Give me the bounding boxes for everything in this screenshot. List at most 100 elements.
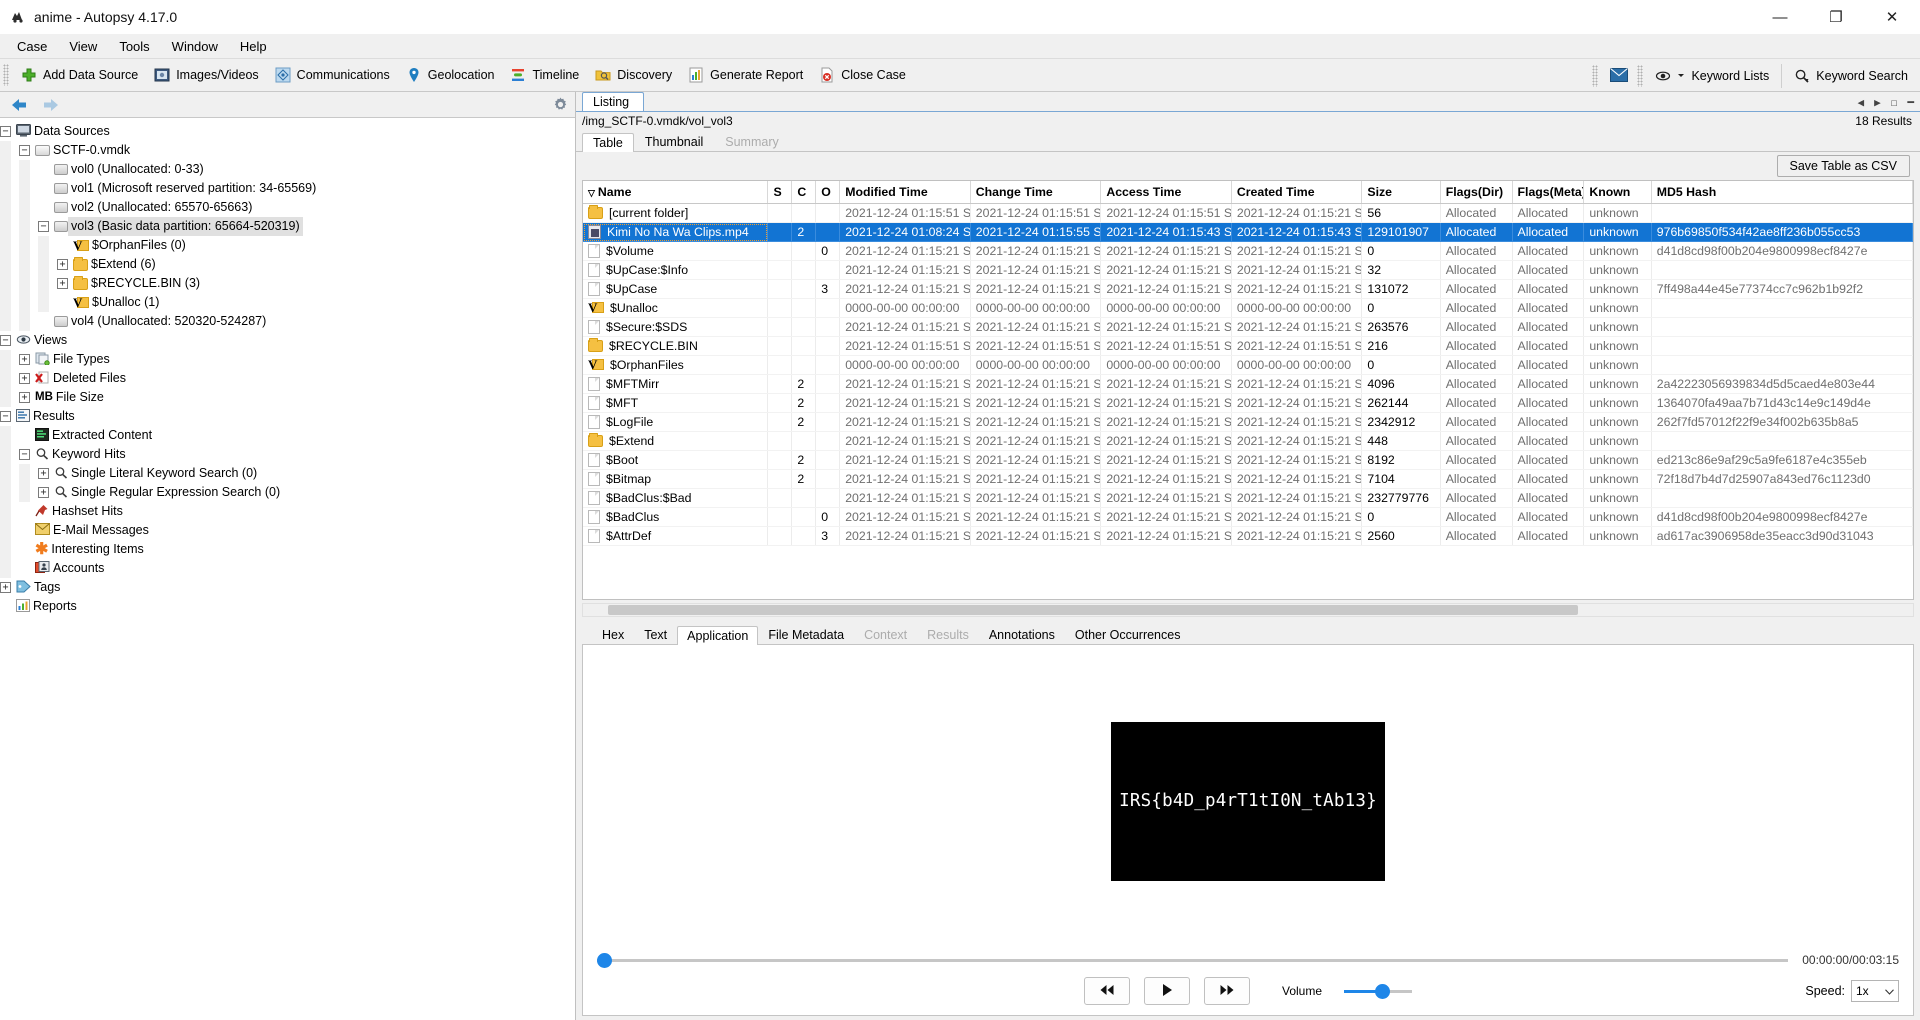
email-button[interactable] <box>1602 61 1634 91</box>
viewer-tab-other-occurrences[interactable]: Other Occurrences <box>1065 625 1191 644</box>
column-header-flags-meta-[interactable]: Flags(Meta) <box>1512 181 1585 204</box>
toolbar-grip-2[interactable] <box>1592 65 1599 87</box>
scroll-left-icon[interactable]: ◀ <box>1858 96 1865 109</box>
table-row[interactable]: $RECYCLE.BIN2021-12-24 01:15:51 SGT2021-… <box>583 336 1913 356</box>
column-header-modified-time[interactable]: Modified Time <box>839 181 971 204</box>
tree-unalloc[interactable]: V $Unalloc (1) <box>0 293 575 312</box>
images-videos-button[interactable]: Images/Videos <box>146 60 266 90</box>
column-header-name[interactable]: ▽ Name <box>583 181 769 204</box>
volume-slider[interactable] <box>1344 983 1413 999</box>
tree-collapse-toggle[interactable]: − <box>19 449 30 460</box>
column-header-access-time[interactable]: Access Time <box>1100 181 1232 204</box>
viewer-tab-hex[interactable]: Hex <box>592 625 634 644</box>
menu-tools[interactable]: Tools <box>108 36 160 57</box>
gear-icon[interactable] <box>552 96 569 116</box>
tree-vol4[interactable]: vol4 (Unallocated: 520320-524287) <box>0 312 575 331</box>
table-row[interactable]: $UpCase:$Info2021-12-24 01:15:21 SGT2021… <box>583 260 1913 280</box>
discovery-button[interactable]: Discovery <box>587 60 680 90</box>
back-arrow-icon[interactable] <box>6 94 32 116</box>
table-row[interactable]: $LogFile22021-12-24 01:15:21 SGT2021-12-… <box>583 412 1913 432</box>
column-header-size[interactable]: Size <box>1361 181 1441 204</box>
tab-thumbnail[interactable]: Thumbnail <box>634 132 714 151</box>
tree-recycle-bin[interactable]: + $RECYCLE.BIN (3) <box>0 274 575 293</box>
table-row[interactable]: $Bitmap22021-12-24 01:15:21 SGT2021-12-2… <box>583 469 1913 489</box>
tree-collapse-toggle[interactable]: − <box>0 126 11 137</box>
table-row[interactable]: Kimi No Na Wa Clips.mp4 2 2021-12-24 01:08… <box>583 222 1913 242</box>
maximize-button[interactable]: ❐ <box>1808 0 1864 34</box>
viewer-tab-annotations[interactable]: Annotations <box>979 625 1065 644</box>
tree-file-types[interactable]: + File Types <box>0 350 575 369</box>
video-frame[interactable]: IRS{b4D_p4rT1tI0N_tAb13} <box>1111 721 1385 881</box>
menu-window[interactable]: Window <box>161 36 229 57</box>
tree-reports[interactable]: Reports <box>0 597 575 616</box>
tree-accounts[interactable]: Accounts <box>0 559 575 578</box>
seek-slider[interactable] <box>597 952 1789 968</box>
tree-expand-toggle[interactable]: + <box>57 278 68 289</box>
tree-vol3[interactable]: − vol3 (Basic data partition: 65664-52031… <box>0 217 575 236</box>
tree-vol1[interactable]: vol1 (Microsoft reserved partition: 34-6… <box>0 179 575 198</box>
tree-file-size[interactable]: + MB File Size <box>0 388 575 407</box>
generate-report-button[interactable]: Generate Report <box>680 60 811 90</box>
tree-expand-toggle[interactable]: + <box>0 582 11 593</box>
viewer-tab-file-metadata[interactable]: File Metadata <box>758 625 854 644</box>
seek-knob[interactable] <box>597 952 612 968</box>
tree-expand-toggle[interactable]: + <box>19 392 30 403</box>
column-header-change-time[interactable]: Change Time <box>970 181 1102 204</box>
timeline-button[interactable]: Timeline <box>502 60 587 90</box>
tree-collapse-toggle[interactable]: − <box>19 145 30 156</box>
table-row[interactable]: $UpCase32021-12-24 01:15:21 SGT2021-12-2… <box>583 279 1913 299</box>
tree-email-messages[interactable]: E-Mail Messages <box>0 521 575 540</box>
tree-single-literal-keyword-search[interactable]: + Single Literal Keyword Search (0) <box>0 464 575 483</box>
file-table-container[interactable]: ▽ Name S C O Modified Time Change Time Access T… <box>582 180 1914 600</box>
table-row[interactable]: $Volume02021-12-24 01:15:21 SGT2021-12-2… <box>583 241 1913 261</box>
menu-view[interactable]: View <box>58 36 108 57</box>
tree-keyword-hits[interactable]: − Keyword Hits <box>0 445 575 464</box>
play-button[interactable] <box>1143 977 1190 1005</box>
tree-expand-toggle[interactable]: + <box>57 259 68 270</box>
tree-sctf-0-vmdk[interactable]: − SCTF-0.vmdk <box>0 141 575 160</box>
tree-deleted-files[interactable]: + Deleted Files <box>0 369 575 388</box>
tab-table[interactable]: Table <box>582 133 634 152</box>
scroll-right-icon[interactable]: ▶ <box>1874 96 1881 109</box>
keyword-lists-button[interactable]: Keyword Lists <box>1647 61 1777 91</box>
table-row[interactable]: $BadClus02021-12-24 01:15:21 SGT2021-12-… <box>583 507 1913 527</box>
tree-interesting-items[interactable]: ✱ Interesting Items <box>0 540 575 559</box>
keyword-search-button[interactable]: Keyword Search <box>1786 61 1916 91</box>
tree-data-sources[interactable]: − Data Sources <box>0 122 575 141</box>
table-row[interactable]: $Boot22021-12-24 01:15:21 SGT2021-12-24 … <box>583 450 1913 470</box>
close-button[interactable]: ✕ <box>1864 0 1920 34</box>
minimize-panel-icon[interactable]: ━ <box>1907 96 1914 109</box>
toolbar-grip-3[interactable] <box>1637 65 1644 87</box>
table-row[interactable]: $Extend2021-12-24 01:15:21 SGT2021-12-24… <box>583 431 1913 451</box>
rewind-button[interactable] <box>1083 977 1130 1005</box>
tree-vol0[interactable]: vol0 (Unallocated: 0-33) <box>0 160 575 179</box>
tree-expand-toggle[interactable]: + <box>19 354 30 365</box>
tree-orphanfiles[interactable]: V $OrphanFiles (0) <box>0 236 575 255</box>
menu-help[interactable]: Help <box>229 36 278 57</box>
tab-listing[interactable]: Listing <box>582 92 645 111</box>
table-row[interactable]: V $Unalloc 0000-00-00 00:00:00 0000-00-00 0… <box>583 298 1913 318</box>
tree-single-regex-search[interactable]: + Single Regular Expression Search (0) <box>0 483 575 502</box>
column-header-md5-hash[interactable]: MD5 Hash <box>1651 181 1913 204</box>
tree-expand-toggle[interactable]: + <box>38 468 49 479</box>
float-window-icon[interactable]: ☐ <box>1891 96 1898 109</box>
tree-extracted-content[interactable]: Extracted Content <box>0 426 575 445</box>
column-header-known[interactable]: Known <box>1583 181 1652 204</box>
geolocation-button[interactable]: Geolocation <box>398 60 503 90</box>
table-row[interactable]: $AttrDef32021-12-24 01:15:21 SGT2021-12-… <box>583 526 1913 546</box>
table-row[interactable]: V $OrphanFiles 0000-00-00 00:00:00 0000-00-… <box>583 355 1913 375</box>
column-header-created-time[interactable]: Created Time <box>1231 181 1363 204</box>
save-table-as-csv-button[interactable]: Save Table as CSV <box>1776 155 1910 177</box>
tree-results[interactable]: − Results <box>0 407 575 426</box>
table-horizontal-scrollbar[interactable] <box>582 603 1914 617</box>
tree-hashset-hits[interactable]: Hashset Hits <box>0 502 575 521</box>
table-row[interactable]: $MFTMirr22021-12-24 01:15:21 SGT2021-12-… <box>583 374 1913 394</box>
tree-extend[interactable]: + $Extend (6) <box>0 255 575 274</box>
tree-expand-toggle[interactable]: + <box>19 373 30 384</box>
viewer-tab-application[interactable]: Application <box>677 626 759 645</box>
table-row[interactable]: $MFT22021-12-24 01:15:21 SGT2021-12-24 0… <box>583 393 1913 413</box>
scrollbar-thumb[interactable] <box>608 605 1578 615</box>
menu-case[interactable]: Case <box>6 36 58 57</box>
fast-forward-button[interactable] <box>1203 977 1250 1005</box>
tree-collapse-toggle[interactable]: − <box>0 335 11 346</box>
